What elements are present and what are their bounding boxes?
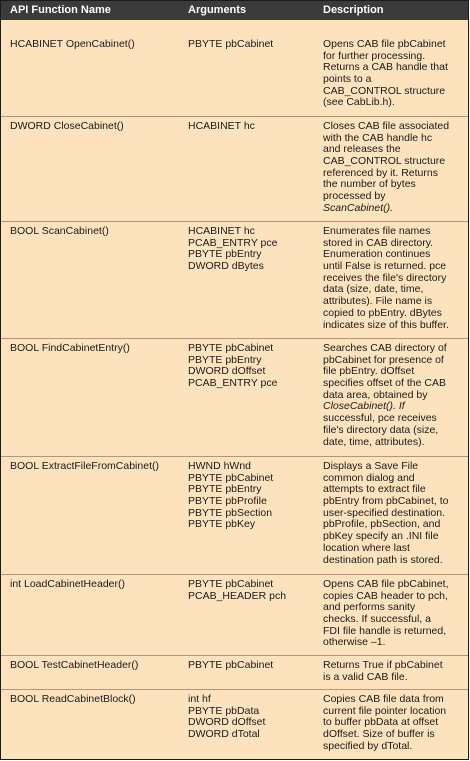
description-line: CAB_CONTROL structure [323, 155, 446, 168]
arguments-cell: HWND hWnd PBYTE pbCabinet PBYTE pbEntry PBY… [188, 460, 273, 531]
argument-line: HWND hWnd [188, 460, 252, 472]
description-line: dOffset. Size of buffer is [323, 728, 435, 741]
description-line: Displays a Save File [323, 460, 419, 472]
function-name-cell: BOOL ScanCabinet() [10, 225, 109, 237]
description-line: Opens CAB file pbCabinet [323, 38, 446, 50]
arguments-cell: PBYTE pbCabinet [188, 659, 274, 672]
description-cell: Returns True if pbCabinet is a valid CAB … [323, 659, 443, 683]
argument-line: PBYTE pbProfile [188, 495, 267, 508]
header-arguments: Arguments [188, 4, 247, 16]
description-cell: Opens CAB file pbCabinet for further proc… [323, 38, 448, 109]
function-name-cell: DWORD CloseCabinet() [10, 120, 124, 132]
description-line: Closes CAB file associated [323, 120, 450, 132]
function-name-cell: BOOL TestCabinetHeader() [10, 659, 139, 671]
row-divider [1, 655, 468, 656]
argument-line: HCABINET hc [188, 120, 255, 132]
header-function-name: API Function Name [10, 4, 111, 16]
header-description: Description [323, 4, 384, 16]
description-line: until False is returned. pce [323, 260, 447, 273]
row-divider [1, 689, 468, 690]
arguments-cell: HCABINET hc [188, 120, 255, 133]
arguments-cell: PBYTE pbCabinet PCAB_HEADER pch [188, 578, 287, 602]
function-name-cell: HCABINET OpenCabinet() [10, 38, 135, 50]
argument-line: PCAB_HEADER pch [188, 589, 287, 602]
function-name-cell: int LoadCabinetHeader() [10, 578, 125, 590]
argument-line: PBYTE pbCabinet [188, 578, 274, 590]
description-line: file's directory data (size, [323, 423, 439, 436]
description-line: Enumerates file names [323, 225, 431, 237]
arguments-cell: PBYTE pbCabinet PBYTE pbEntry DWORD dOffse… [188, 342, 278, 390]
description-line: is a valid CAB file. [323, 670, 408, 683]
description-cell: Searches CAB directory of pbCabinet for p… [323, 342, 447, 448]
table-header: API Function Name Arguments Description [1, 1, 468, 20]
argument-line: PBYTE pbKey [188, 518, 256, 531]
arguments-cell: int hf PBYTE pbData DWORD dOffset DWORD dTo… [188, 693, 265, 741]
description-line: copied to pbEntry. dBytes [323, 306, 442, 319]
description-line: specifies offset of the CAB [323, 377, 446, 390]
description-cell: Enumerates file names stored in CAB direc… [323, 225, 449, 331]
description-line: points to a [323, 73, 372, 86]
function-name-cell: BOOL FindCabinetEntry() [10, 342, 130, 354]
description-cell: Copies CAB file data from current file po… [323, 693, 446, 752]
description-line: specified by dTotal. [323, 739, 413, 752]
description-line: date, time, attributes). [323, 435, 425, 448]
description-line: Copies CAB file data from [323, 693, 444, 705]
row-divider [1, 338, 468, 339]
argument-line: PCAB_ENTRY pce [188, 377, 278, 390]
row-divider [1, 574, 468, 575]
api-function-table: API Function Name Arguments Description … [0, 0, 469, 760]
description-line: otherwise –1. [323, 636, 386, 649]
argument-line: PBYTE pbCabinet [188, 38, 274, 50]
function-name-cell: BOOL ExtractFileFromCabinet() [10, 460, 159, 472]
argument-line: DWORD dBytes [188, 260, 264, 273]
argument-line: HCABINET hc [188, 225, 255, 237]
description-line: Returns True if pbCabinet [323, 659, 443, 671]
description-line: (see CabLib.h). [323, 96, 395, 109]
description-line: destination path is stored. [323, 553, 443, 566]
description-cell: Closes CAB file associated with the CAB h… [323, 120, 450, 215]
description-line: indicates size of this buffer. [323, 318, 449, 331]
description-line: ScanCabinet(). [323, 201, 394, 214]
function-name-cell: BOOL ReadCabinetBlock() [10, 693, 136, 705]
argument-line: DWORD dTotal [188, 728, 260, 741]
description-line: pbEntry from pbCabinet, to [323, 495, 449, 508]
arguments-cell: PBYTE pbCabinet [188, 38, 274, 51]
row-divider [1, 456, 468, 457]
description-line: location where last [323, 541, 410, 554]
description-line: Opens CAB file pbCabinet, [323, 578, 449, 590]
argument-line: PBYTE pbCabinet [188, 659, 274, 671]
description-line: checks. If successful, a [323, 613, 431, 626]
description-line: Searches CAB directory of [323, 342, 447, 354]
argument-line: int hf [188, 693, 211, 705]
row-divider [1, 116, 468, 117]
description-cell: Displays a Save File common dialog and att… [323, 460, 449, 566]
row-divider [1, 221, 468, 222]
argument-line: PBYTE pbCabinet [188, 342, 274, 354]
arguments-cell: HCABINET hc PCAB_ENTRY pce PBYTE pbEntry DW… [188, 225, 278, 273]
description-cell: Opens CAB file pbCabinet, copies CAB head… [323, 578, 449, 649]
